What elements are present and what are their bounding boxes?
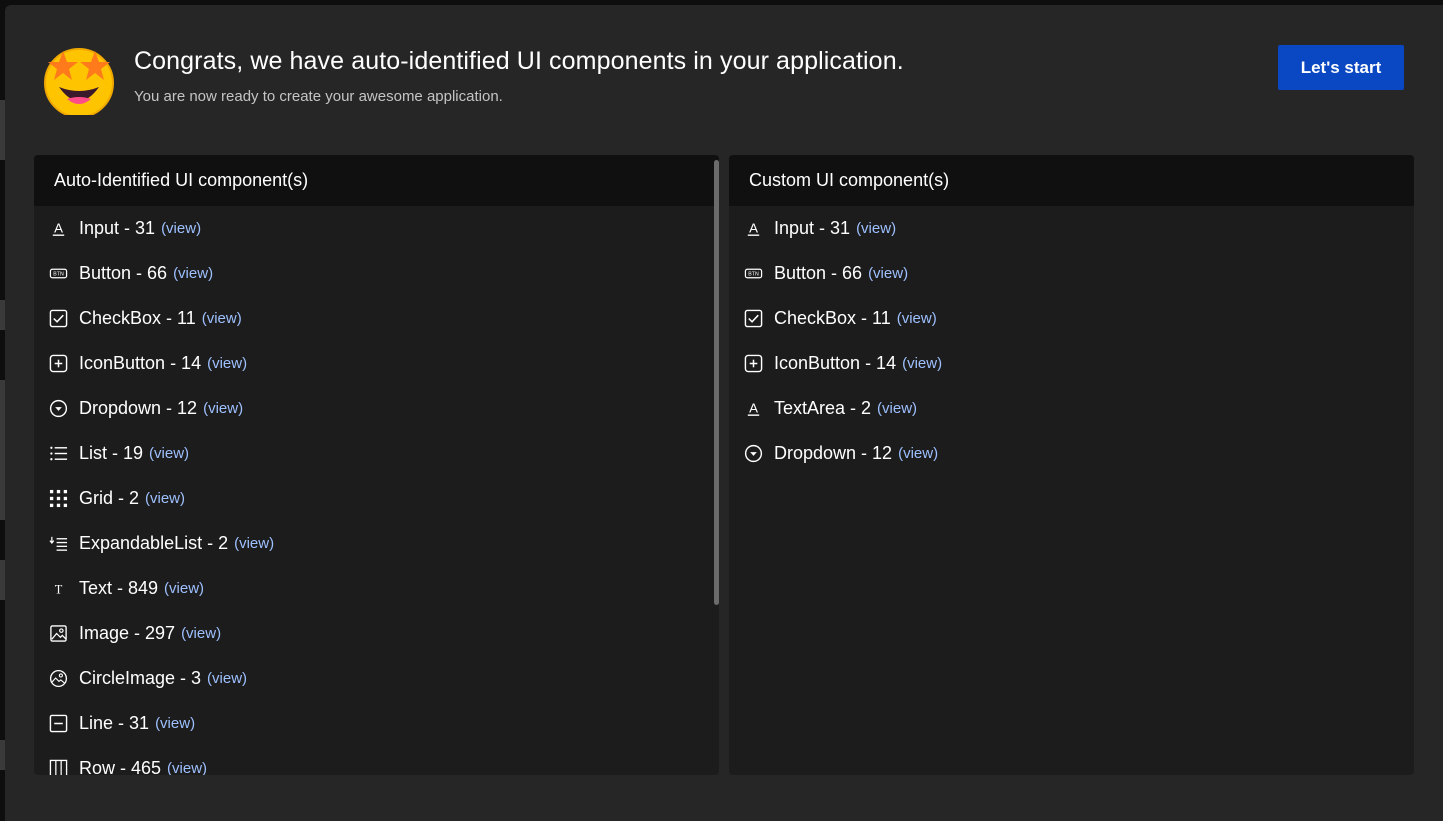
component-label: Text - 849 [79,578,159,598]
auto-identified-panel: Auto-Identified UI component(s) A Input … [34,155,719,775]
svg-text:A: A [749,400,758,415]
component-label: Row - 465 [79,758,162,775]
list-icon [49,444,68,463]
svg-text:T: T [55,582,63,596]
view-link[interactable]: (view) [161,220,201,237]
text-input-icon: A [744,399,763,418]
auto-identified-scrollbar[interactable] [714,160,719,605]
list-item: CheckBox - 11 (view) [34,296,719,341]
text-input-icon: A [744,219,763,238]
component-label: Grid - 2 [79,488,140,508]
component-label: TextArea - 2 [774,398,872,418]
component-label: IconButton - 14 [79,353,202,373]
view-link[interactable]: (view) [149,445,189,462]
auto-identified-list: A Input - 31 (view) BTN Button - 66 (vie… [34,206,719,775]
custom-components-panel-title: Custom UI component(s) [729,155,1414,206]
plus-box-icon [49,354,68,373]
component-label: Image - 297 [79,623,176,643]
view-link[interactable]: (view) [207,670,247,687]
component-label: List - 19 [79,443,144,463]
modal-title: Congrats, we have auto-identified UI com… [134,47,904,75]
view-link[interactable]: (view) [155,715,195,732]
list-item: A Input - 31 (view) [34,206,719,251]
list-item: CircleImage - 3 (view) [34,656,719,701]
expandable-list-icon [49,534,68,553]
list-item: ExpandableList - 2 (view) [34,521,719,566]
component-label: Dropdown - 12 [79,398,198,418]
component-label: IconButton - 14 [774,353,897,373]
view-link[interactable]: (view) [868,265,908,282]
view-link[interactable]: (view) [167,760,207,775]
svg-text:BTN: BTN [748,272,759,278]
grid-icon [49,489,68,508]
component-label: CheckBox - 11 [79,308,196,328]
component-label: CheckBox - 11 [774,308,891,328]
view-link[interactable]: (view) [234,535,274,552]
line-icon [49,714,68,733]
text-icon: T [49,579,68,598]
component-label: Line - 31 [79,713,150,733]
congrats-modal: Congrats, we have auto-identified UI com… [5,5,1443,821]
component-label: CircleImage - 3 [79,668,202,688]
checkbox-icon [744,309,763,328]
svg-text:BTN: BTN [53,272,64,278]
modal-header: Congrats, we have auto-identified UI com… [5,5,1443,145]
modal-subtitle: You are now ready to create your awesome… [134,88,503,105]
checkbox-icon [49,309,68,328]
list-item: CheckBox - 11 (view) [729,296,1414,341]
image-icon [49,624,68,643]
view-link[interactable]: (view) [145,490,185,507]
list-item: BTN Button - 66 (view) [34,251,719,296]
list-item: A Input - 31 (view) [729,206,1414,251]
list-item: BTN Button - 66 (view) [729,251,1414,296]
list-item: Grid - 2 (view) [34,476,719,521]
view-link[interactable]: (view) [202,310,242,327]
list-item: Image - 297 (view) [34,611,719,656]
plus-box-icon [744,354,763,373]
component-label: Button - 66 [774,263,863,283]
row-icon [49,759,68,775]
view-link[interactable]: (view) [856,220,896,237]
list-item: IconButton - 14 (view) [729,341,1414,386]
list-item: IconButton - 14 (view) [34,341,719,386]
list-item: Dropdown - 12 (view) [729,431,1414,476]
view-link[interactable]: (view) [203,400,243,417]
svg-text:A: A [54,220,63,235]
view-link[interactable]: (view) [164,580,204,597]
view-link[interactable]: (view) [897,310,937,327]
component-label: Dropdown - 12 [774,443,893,463]
list-item: Line - 31 (view) [34,701,719,746]
dropdown-circle-icon [744,444,763,463]
lets-start-button[interactable]: Let's start [1278,45,1404,90]
custom-components-panel: Custom UI component(s) A Input - 31 (vie… [729,155,1414,775]
list-item: List - 19 (view) [34,431,719,476]
dropdown-circle-icon [49,399,68,418]
component-label: Input - 31 [774,218,851,238]
view-link[interactable]: (view) [173,265,213,282]
svg-text:A: A [749,220,758,235]
text-input-icon: A [49,219,68,238]
custom-components-list: A Input - 31 (view) BTN Button - 66 (vie… [729,206,1414,476]
view-link[interactable]: (view) [181,625,221,642]
view-link[interactable]: (view) [207,355,247,372]
component-label: ExpandableList - 2 [79,533,229,553]
component-label: Input - 31 [79,218,156,238]
circle-image-icon [49,669,68,688]
button-icon: BTN [744,264,763,283]
button-icon: BTN [49,264,68,283]
list-item: Dropdown - 12 (view) [34,386,719,431]
list-item: A TextArea - 2 (view) [729,386,1414,431]
view-link[interactable]: (view) [877,400,917,417]
view-link[interactable]: (view) [902,355,942,372]
component-label: Button - 66 [79,263,168,283]
view-link[interactable]: (view) [898,445,938,462]
auto-identified-panel-title: Auto-Identified UI component(s) [34,155,719,206]
star-struck-emoji-icon [43,43,115,118]
list-item: T Text - 849 (view) [34,566,719,611]
list-item: Row - 465 (view) [34,746,719,775]
